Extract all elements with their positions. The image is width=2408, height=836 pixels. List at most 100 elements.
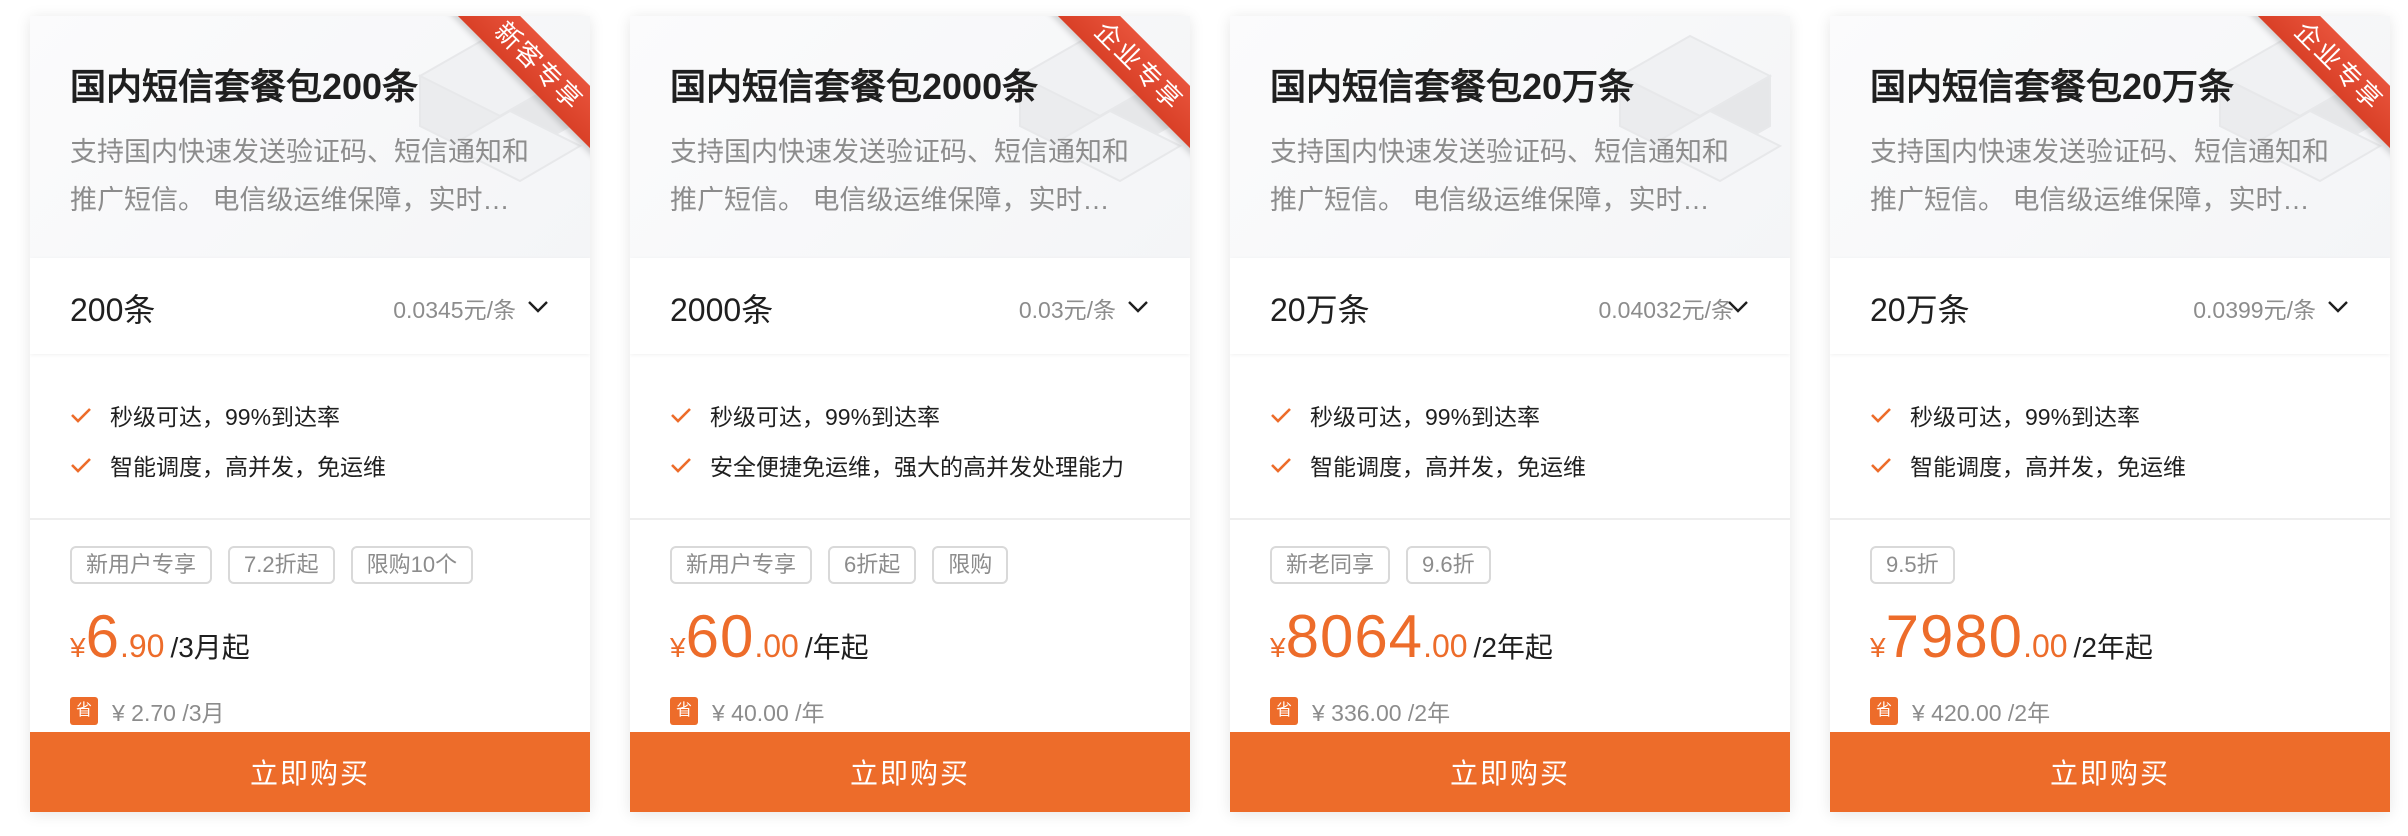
feature-item: 智能调度，高并发，免运维 (70, 440, 386, 490)
price: ¥8064.00/2年起 (1270, 602, 1553, 671)
divider (1230, 518, 1790, 520)
card-header: 企业专享 国内短信套餐包2000条 支持国内快速发送验证码、短信通知和推广短信。… (630, 16, 1190, 258)
feature-item: 秒级可达，99%到达率 (1270, 390, 1586, 440)
check-icon (71, 408, 91, 423)
check-icon (1271, 458, 1291, 473)
feature-item: 智能调度，高并发，免运维 (1270, 440, 1586, 490)
product-description: 支持国内快速发送验证码、短信通知和推广短信。 电信级运维保障，实时… (70, 137, 529, 215)
unit-price: 0.04032元/条 (1598, 297, 1734, 323)
savings-text: ¥ 2.70 /3月 (112, 700, 225, 726)
price-currency: ¥ (1270, 632, 1286, 663)
promo-tag: 6折起 (828, 546, 917, 584)
quantity-value: 20万条 (1870, 292, 1970, 328)
promo-tag: 7.2折起 (228, 546, 335, 584)
product-description: 支持国内快速发送验证码、短信通知和推广短信。 电信级运维保障，实时… (1270, 137, 1729, 215)
feature-item: 安全便捷免运维，强大的高并发处理能力 (670, 440, 1124, 490)
price-decimal: .00 (1423, 628, 1468, 664)
price-period: /2年起 (1473, 632, 1553, 663)
price-decimal: .00 (754, 628, 799, 664)
divider (30, 518, 590, 520)
price-currency: ¥ (670, 632, 686, 663)
price-period: /3月起 (170, 632, 250, 663)
feature-item: 秒级可达，99%到达率 (70, 390, 386, 440)
feature-text: 秒级可达，99%到达率 (710, 404, 941, 430)
promo-tag: 新用户专享 (670, 546, 813, 584)
feature-item: 秒级可达，99%到达率 (670, 390, 1124, 440)
feature-list: 秒级可达，99%到达率 智能调度，高并发，免运维 (1270, 390, 1586, 490)
unit-price: 0.03元/条 (1018, 297, 1116, 323)
product-card: 企业专享 国内短信套餐包20万条 支持国内快速发送验证码、短信通知和推广短信。 … (1830, 16, 2390, 812)
feature-list: 秒级可达，99%到达率 安全便捷免运维，强大的高并发处理能力 (670, 390, 1124, 490)
promo-tag: 限购10个 (350, 546, 474, 584)
check-icon (671, 408, 691, 423)
product-card: 国内短信套餐包20万条 支持国内快速发送验证码、短信通知和推广短信。 电信级运维… (1230, 16, 1790, 812)
quantity-select[interactable]: 200条 0.0345元/条 (30, 258, 590, 354)
feature-text: 智能调度，高并发，免运维 (110, 454, 386, 480)
savings-text: ¥ 420.00 /2年 (1912, 700, 2051, 726)
unit-price: 0.0345元/条 (393, 297, 516, 323)
product-card: 企业专享 国内短信套餐包2000条 支持国内快速发送验证码、短信通知和推广短信。… (630, 16, 1190, 812)
savings-text: ¥ 40.00 /年 (712, 700, 825, 726)
price-period: /2年起 (2073, 632, 2153, 663)
feature-list: 秒级可达，99%到达率 智能调度，高并发，免运维 (70, 390, 386, 490)
quantity-value: 2000条 (670, 292, 774, 328)
chevron-down-icon[interactable] (1126, 294, 1150, 318)
feature-text: 秒级可达，99%到达率 (1310, 404, 1541, 430)
price-decimal: .90 (119, 628, 165, 664)
unit-price: 0.0399元/条 (2193, 297, 2316, 323)
price-currency: ¥ (1870, 632, 1886, 663)
product-title: 国内短信套餐包2000条 (670, 66, 1039, 107)
feature-text: 秒级可达，99%到达率 (1910, 404, 2141, 430)
card-header: 新客专享 国内短信套餐包200条 支持国内快速发送验证码、短信通知和推广短信。 … (30, 16, 590, 258)
feature-list: 秒级可达，99%到达率 智能调度，高并发，免运维 (1870, 390, 2186, 490)
buy-now-button[interactable]: 立即购买 (630, 732, 1190, 812)
feature-item: 秒级可达，99%到达率 (1870, 390, 2186, 440)
buy-now-button[interactable]: 立即购买 (30, 732, 590, 812)
price: ¥60.00/年起 (670, 602, 869, 671)
quantity-select[interactable]: 2000条 0.03元/条 (630, 258, 1190, 354)
price-integer: 6 (85, 603, 120, 670)
product-card-list: 新客专享 国内短信套餐包200条 支持国内快速发送验证码、短信通知和推广短信。 … (0, 0, 2408, 836)
promo-tag: 新老同享 (1270, 546, 1391, 584)
save-badge: 省 (670, 697, 698, 725)
divider (630, 518, 1190, 520)
card-header: 国内短信套餐包20万条 支持国内快速发送验证码、短信通知和推广短信。 电信级运维… (1230, 16, 1790, 258)
savings-row: 省 ¥ 336.00 /2年 (1270, 694, 1450, 728)
check-icon (1271, 408, 1291, 423)
price-decimal: .00 (2023, 628, 2068, 664)
quantity-select[interactable]: 20万条 0.0399元/条 (1830, 258, 2390, 354)
promo-tag: 限购 (932, 546, 1009, 584)
check-icon (1871, 408, 1891, 423)
promo-tag: 新用户专享 (70, 546, 213, 584)
feature-text: 智能调度，高并发，免运维 (1910, 454, 2186, 480)
check-icon (671, 458, 691, 473)
quantity-value: 200条 (70, 292, 156, 328)
product-title: 国内短信套餐包20万条 (1270, 66, 1635, 107)
savings-row: 省 ¥ 420.00 /2年 (1870, 694, 2050, 728)
savings-row: 省 ¥ 2.70 /3月 (70, 694, 225, 728)
divider (1830, 518, 2390, 520)
check-icon (71, 458, 91, 473)
price-integer: 8064 (1285, 603, 1424, 670)
buy-now-button[interactable]: 立即购买 (1230, 732, 1790, 812)
quantity-select[interactable]: 20万条 0.04032元/条 (1230, 258, 1790, 354)
product-card: 新客专享 国内短信套餐包200条 支持国内快速发送验证码、短信通知和推广短信。 … (30, 16, 590, 812)
product-title: 国内短信套餐包200条 (70, 66, 419, 107)
promo-tag: 9.6折 (1406, 546, 1491, 584)
chevron-down-icon[interactable] (2326, 294, 2350, 318)
chevron-down-icon[interactable] (1726, 294, 1750, 318)
product-description: 支持国内快速发送验证码、短信通知和推广短信。 电信级运维保障，实时… (1870, 137, 2329, 215)
promo-tag: 9.5折 (1870, 546, 1955, 584)
buy-now-button[interactable]: 立即购买 (1830, 732, 2390, 812)
save-badge: 省 (70, 697, 98, 725)
quantity-value: 20万条 (1270, 292, 1370, 328)
tag-list: 新用户专享 7.2折起 限购10个 (70, 546, 489, 584)
tag-list: 新老同享 9.6折 (1270, 546, 1507, 584)
feature-text: 安全便捷免运维，强大的高并发处理能力 (710, 454, 1124, 480)
card-header: 企业专享 国内短信套餐包20万条 支持国内快速发送验证码、短信通知和推广短信。 … (1830, 16, 2390, 258)
tag-list: 9.5折 (1870, 546, 1971, 584)
savings-text: ¥ 336.00 /2年 (1312, 700, 1451, 726)
feature-text: 智能调度，高并发，免运维 (1310, 454, 1586, 480)
price-integer: 60 (685, 603, 755, 670)
chevron-down-icon[interactable] (526, 294, 550, 318)
